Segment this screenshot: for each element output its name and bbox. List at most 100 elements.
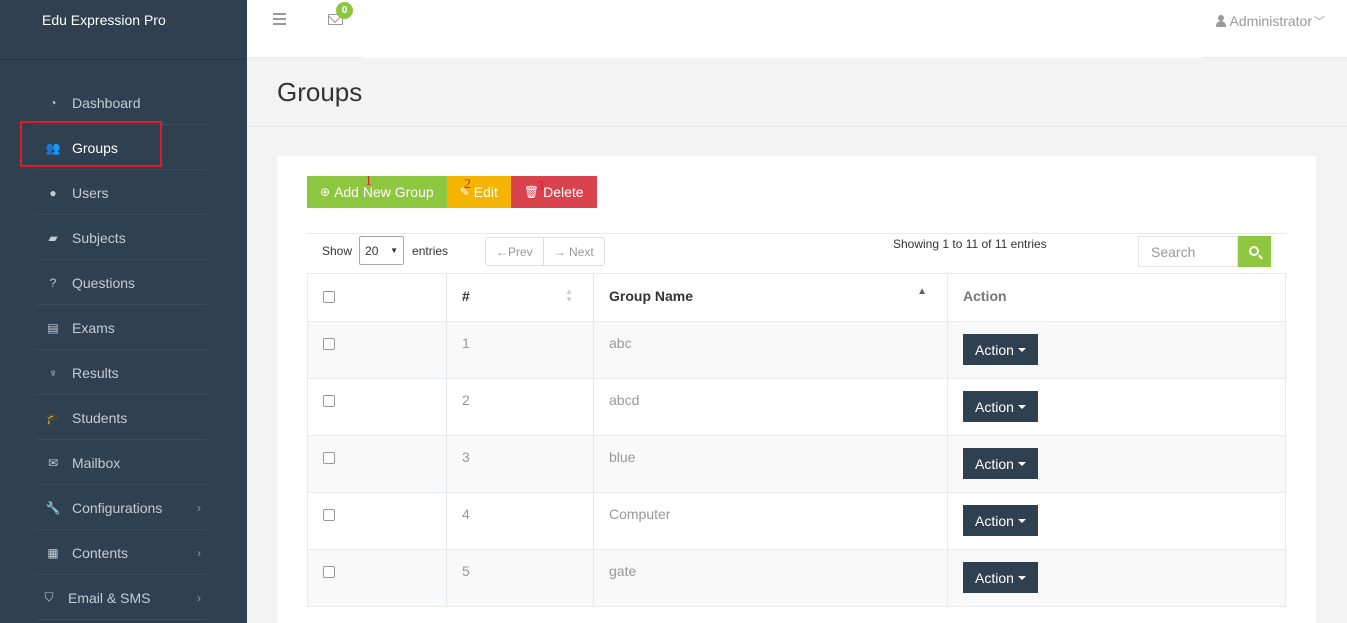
menu-toggle-icon[interactable] [273, 13, 286, 25]
row-checkbox[interactable] [323, 452, 335, 464]
row-action-button[interactable]: Action [963, 391, 1038, 422]
annotation-number-3: 3 [537, 179, 544, 194]
cell-group-name: gate [593, 549, 948, 607]
caret-down-icon: ▼ [390, 246, 399, 255]
sidebar-item-exams[interactable]: ▤ Exams [0, 305, 247, 350]
chevron-right-icon: › [197, 545, 201, 560]
contents-icon: ▦ [47, 545, 59, 560]
row-checkbox[interactable] [323, 509, 335, 521]
search-input[interactable]: Search [1138, 236, 1238, 267]
row-action-button[interactable]: Action [963, 505, 1038, 536]
sidebar-item-students[interactable]: 🎓 Students [0, 395, 247, 440]
column-header-number[interactable]: # ▲ ▼ [446, 273, 594, 322]
groups-table: # ▲ ▼ Group Name ▲ Action 1 abc Action 2… [307, 273, 1286, 607]
row-checkbox[interactable] [323, 338, 335, 350]
column-header-group-name[interactable]: Group Name ▲ [593, 273, 948, 322]
dashboard-icon: ◔ [49, 95, 57, 110]
add-new-group-button[interactable]: ⊕ Add New Group [307, 176, 447, 208]
cell-number: 5 [446, 549, 594, 607]
row-checkbox[interactable] [323, 395, 335, 407]
table-row: 3 blue Action [307, 435, 1286, 493]
caret-down-icon [1017, 461, 1026, 466]
select-all-checkbox[interactable] [323, 291, 335, 303]
sidebar-item-label: Dashboard [72, 94, 141, 111]
plus-circle-icon: ⊕ [320, 185, 331, 199]
sidebar-item-label: Configurations [72, 499, 163, 516]
groups-highlight-annotation [20, 121, 162, 167]
sidebar-item-contents[interactable]: ▦ Contents › [0, 530, 247, 575]
mail-count-badge: 0 [336, 2, 353, 19]
delete-button[interactable]: 🗑 Delete [510, 176, 597, 208]
edit-label: Edit [473, 184, 498, 200]
sort-ascending-icon: ▲ [917, 286, 927, 297]
edit-button[interactable]: ✎ Edit [446, 176, 511, 208]
list-controls: Show 20 ▼ entries ←Prev → Next Showing 1… [307, 233, 1286, 273]
cell-group-name: abc [593, 321, 948, 379]
cell-group-name: blue [593, 435, 948, 493]
cell-number: 1 [446, 321, 594, 379]
wrench-icon: 🔧 [45, 500, 61, 515]
search-box: Search [1138, 236, 1271, 267]
caret-down-icon [1017, 575, 1026, 580]
list-icon: ▤ [47, 320, 59, 335]
add-new-group-label: Add New Group [334, 184, 434, 200]
table-row: 5 gate Action [307, 549, 1286, 607]
sidebar-item-subjects[interactable]: ▰ Subjects [0, 215, 247, 260]
envelope-icon: ✉ [47, 455, 59, 470]
sidebar-item-dashboard[interactable]: ◔ Dashboard [0, 80, 247, 125]
question-icon: ? [49, 275, 57, 290]
cell-number: 3 [446, 435, 594, 493]
sidebar-item-label: Contents [72, 544, 129, 561]
sidebar-item-mailbox[interactable]: ✉ Mailbox [0, 440, 247, 485]
caret-down-icon [1017, 347, 1026, 352]
user-menu[interactable]: Administrator ﹀ [1215, 13, 1325, 29]
book-icon: ▰ [48, 230, 58, 245]
sidebar-item-email-sms[interactable]: ⛉ Email & SMS › [0, 575, 247, 620]
prev-page-button[interactable]: ←Prev [486, 238, 543, 265]
show-label: Show [322, 243, 353, 258]
row-action-button[interactable]: Action [963, 334, 1038, 365]
user-name: Administrator [1229, 13, 1312, 29]
table-row: 1 abc Action [307, 321, 1286, 379]
trophy-icon: ♆ [48, 365, 58, 380]
entries-label: entries [412, 243, 449, 258]
sidebar-item-label: Questions [72, 274, 136, 291]
brand-name[interactable]: Edu Expression Pro [0, 0, 247, 60]
shield-icon: ⛉ [44, 590, 54, 604]
user-icon: ● [49, 185, 57, 200]
sidebar-item-label: Exams [72, 319, 115, 336]
search-button[interactable] [1238, 236, 1271, 267]
next-page-button[interactable]: → Next [542, 238, 604, 265]
top-navbar: 0 Administrator ﹀ [247, 0, 1347, 58]
sidebar-item-configurations[interactable]: 🔧 Configurations › [0, 485, 247, 530]
delete-label: Delete [543, 184, 584, 200]
sidebar-item-label: Mailbox [72, 454, 121, 471]
action-toolbar: 1 2 3 ⊕ Add New Group ✎ Edit 🗑 Delete [307, 174, 597, 208]
sidebar-item-questions[interactable]: ? Questions [0, 260, 247, 305]
cell-group-name: abcd [593, 378, 948, 436]
page-header: Groups [247, 58, 1347, 127]
sidebar-item-results[interactable]: ♆ Results [0, 350, 247, 395]
row-checkbox[interactable] [323, 566, 335, 578]
page-size-control: Show 20 ▼ entries [322, 236, 448, 265]
groups-panel: 1 2 3 ⊕ Add New Group ✎ Edit 🗑 Delete Sh… [277, 156, 1316, 623]
row-action-button[interactable]: Action [963, 448, 1038, 479]
column-header-action: Action [947, 273, 1286, 322]
sidebar-item-users[interactable]: ● Users [0, 170, 247, 215]
caret-down-icon [1017, 404, 1026, 409]
search-icon [1248, 245, 1259, 256]
row-action-button[interactable]: Action [963, 562, 1038, 593]
chevron-right-icon: › [197, 590, 201, 605]
chevron-right-icon: › [197, 500, 201, 515]
cell-group-name: Computer [593, 492, 948, 550]
annotation-number-2: 2 [464, 177, 471, 192]
annotation-number-1: 1 [365, 174, 372, 189]
sidebar-item-label: Email & SMS [68, 589, 151, 606]
caret-down-icon [1017, 518, 1026, 523]
page-title: Groups [277, 77, 363, 107]
page-size-select[interactable]: 20 ▼ [359, 236, 405, 265]
page-size-value: 20 [365, 243, 379, 258]
sidebar-item-label: Students [72, 409, 128, 426]
user-icon [1215, 15, 1226, 27]
sidebar-item-label: Results [72, 364, 119, 381]
